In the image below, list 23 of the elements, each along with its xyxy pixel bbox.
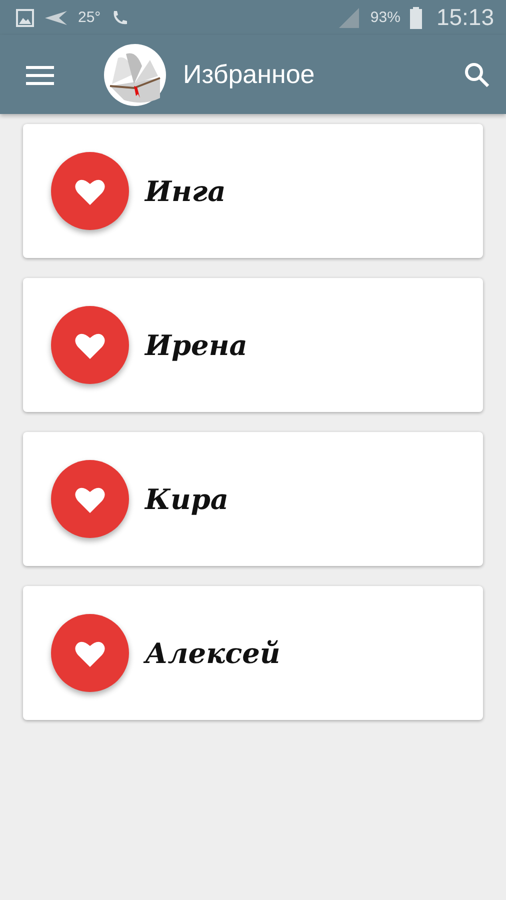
heart-icon <box>75 486 105 512</box>
contact-name: Инга <box>145 174 226 208</box>
contact-name: Ирена <box>145 328 248 362</box>
battery-icon <box>410 6 422 28</box>
clock: 15:13 <box>436 4 494 31</box>
send-icon <box>44 10 68 26</box>
heart-icon <box>75 640 105 666</box>
favorite-card[interactable]: Инга <box>23 124 483 258</box>
temperature: 25° <box>78 9 101 26</box>
signal-icon <box>338 6 360 28</box>
contact-name: Кира <box>145 482 229 516</box>
contact-name: Алексей <box>145 636 280 670</box>
favorite-card[interactable]: Алексей <box>23 586 483 720</box>
gallery-icon <box>16 8 34 26</box>
search-icon <box>464 62 490 88</box>
book-logo-icon <box>104 44 166 106</box>
favorite-card[interactable]: Ирена <box>23 278 483 412</box>
menu-icon <box>26 64 54 84</box>
heart-icon <box>75 332 105 358</box>
screen-title: Избранное <box>183 59 315 90</box>
battery-percent: 93% <box>370 9 400 26</box>
heart-icon <box>75 178 105 204</box>
favorite-card[interactable]: Кира <box>23 432 483 566</box>
